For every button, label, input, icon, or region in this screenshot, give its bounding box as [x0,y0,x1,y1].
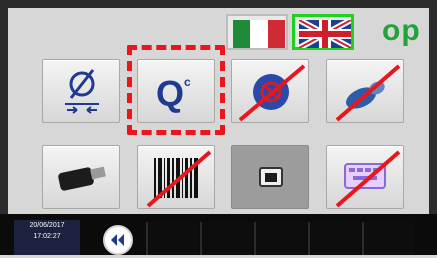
keyboard-chat-button[interactable] [326,145,404,209]
barcode-icon [146,150,212,208]
diameter-icon [65,69,99,114]
italian-flag-button[interactable] [226,14,288,50]
selection-highlight [127,45,225,135]
rewind-icon [111,234,124,246]
hose-icon [335,64,401,122]
datetime-display: 20/06/2017 17:02:27 [14,220,80,255]
toolbar-slot-1[interactable] [146,222,198,255]
right-border [429,0,437,214]
usb-button[interactable] [42,145,120,209]
ethernet-port-icon [259,167,283,187]
barcode-button[interactable] [137,145,215,209]
no-entry-icon [238,64,306,122]
uk-flag-button[interactable] [292,14,354,51]
italian-flag-icon [233,20,285,48]
language-code: op [382,14,421,47]
diameter-button[interactable] [42,59,120,123]
hmi-screen: op Q c 20/06/2017 17:02:27 [0,0,437,255]
uk-flag-icon [297,17,353,51]
time-text: 17:02:27 [33,233,61,240]
network-port-button[interactable] [231,145,309,209]
restricted-function-button[interactable] [231,59,309,123]
keyboard-chat-icon [335,150,401,208]
date-text: 20/06/2017 [29,222,65,229]
toolbar-slot-5[interactable] [362,222,414,255]
toolbar-slot-2[interactable] [200,222,252,255]
back-button[interactable] [103,225,133,255]
toolbar-slot-4[interactable] [308,222,360,255]
top-border [0,0,437,8]
usb-drive-icon [58,166,106,191]
toolbar-slot-3[interactable] [254,222,306,255]
left-border [0,0,8,214]
hose-button[interactable] [326,59,404,123]
